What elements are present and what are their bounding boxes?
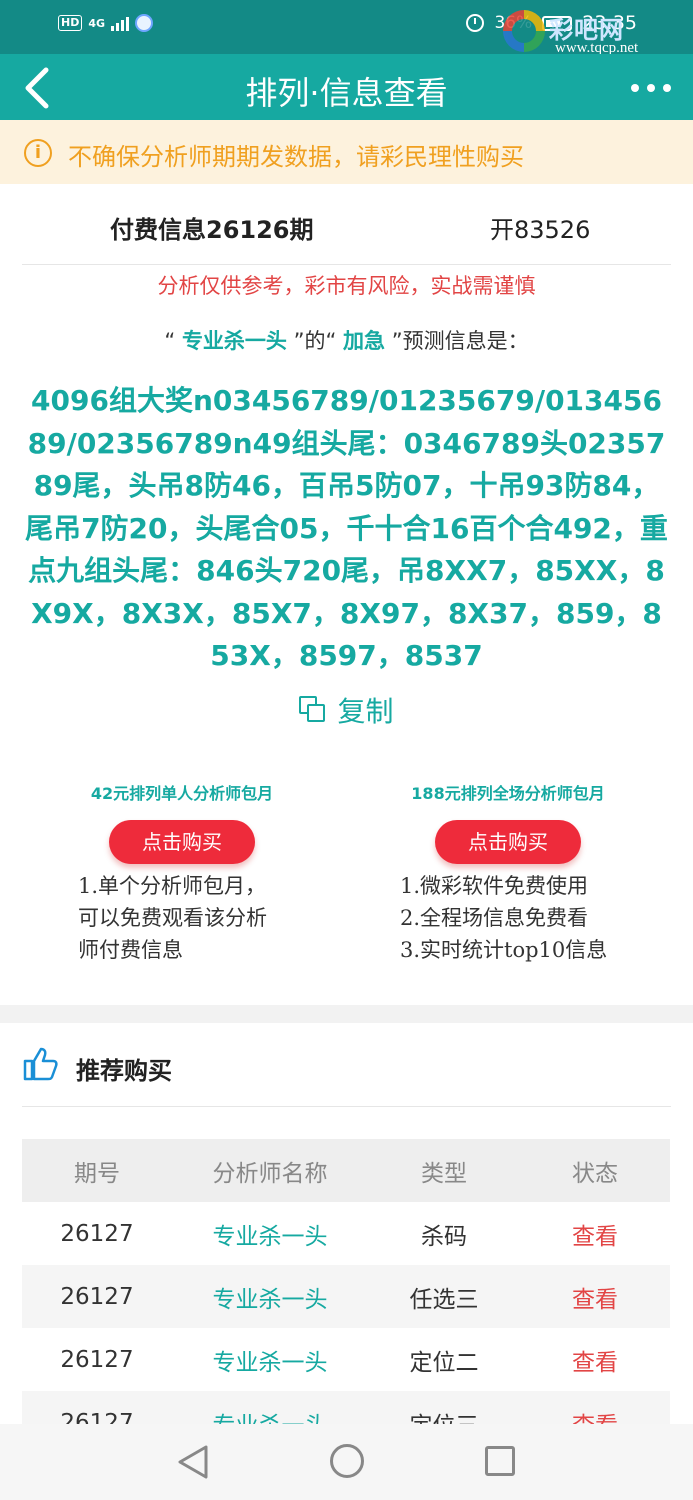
desc-line: 3.实时统计top10信息 bbox=[400, 938, 608, 962]
package-single: 42元排列单人分析师包月 点击购买 bbox=[42, 780, 322, 864]
desc-line: 1.单个分析师包月， bbox=[78, 874, 267, 898]
predict-prefix: “ bbox=[164, 329, 182, 353]
table-row: 26127 专业杀一头 定位二 查看 bbox=[22, 1328, 670, 1391]
watermark: 彩吧网 www.tqcp.net bbox=[503, 10, 683, 56]
system-recents-icon[interactable] bbox=[485, 1446, 515, 1476]
predict-intro: “ 专业杀一头 ”的“ 加急 ”预测信息是： bbox=[0, 325, 693, 355]
copy-label: 复制 bbox=[337, 695, 394, 728]
section-title: 推荐购买 bbox=[76, 1057, 172, 1085]
predict-type: 加急 bbox=[343, 329, 386, 353]
view-link[interactable]: 查看 bbox=[520, 1217, 670, 1251]
analyst-cell[interactable]: 专业杀一头 bbox=[172, 1217, 368, 1251]
package-title: 42元排列单人分析师包月 bbox=[90, 784, 274, 803]
predict-suffix: ”预测信息是： bbox=[385, 329, 529, 353]
package-title: 188元排列全场分析师包月 bbox=[411, 784, 605, 803]
table-row: 26127 专业杀一头 任选三 查看 bbox=[22, 1265, 670, 1328]
recommend-table: 期号 分析师名称 类型 状态 26127 专业杀一头 杀码 查看 26127 专… bbox=[22, 1139, 670, 1454]
info-icon: i bbox=[24, 139, 52, 167]
thumbs-up-icon bbox=[23, 1047, 58, 1081]
alarm-icon bbox=[466, 14, 485, 32]
type-cell: 杀码 bbox=[421, 1223, 467, 1250]
predict-mid: ”的“ bbox=[286, 329, 344, 353]
issue-cell: 26127 bbox=[60, 1346, 134, 1373]
hd-badge: HD bbox=[58, 15, 83, 31]
issue-cell: 26127 bbox=[60, 1283, 134, 1310]
desc-line: 师付费信息 bbox=[78, 938, 183, 962]
view-link[interactable]: 查看 bbox=[520, 1343, 670, 1377]
desc-line: 可以免费观看该分析 bbox=[78, 906, 267, 930]
issue-cell: 26127 bbox=[60, 1220, 134, 1247]
draw-result: 开83526 bbox=[490, 216, 591, 244]
type-cell: 定位二 bbox=[409, 1349, 479, 1376]
table-row: 26127 专业杀一头 杀码 查看 bbox=[22, 1202, 670, 1265]
buy-button[interactable]: 点击购买 bbox=[435, 820, 581, 864]
notice-text: 不确保分析师期期发数据，请彩民理性购买 bbox=[68, 143, 524, 171]
page-title: 排列·信息查看 bbox=[245, 74, 448, 112]
package-single-desc: 1.单个分析师包月， 可以免费观看该分析 师付费信息 bbox=[78, 870, 267, 966]
issue-title: 付费信息26126期 bbox=[110, 216, 314, 244]
section-gap bbox=[0, 1005, 693, 1023]
analyst-cell[interactable]: 专业杀一头 bbox=[172, 1280, 368, 1314]
view-link[interactable]: 查看 bbox=[520, 1280, 670, 1314]
analyst-cell[interactable]: 专业杀一头 bbox=[172, 1343, 368, 1377]
header-cell: 期号 bbox=[74, 1160, 120, 1187]
system-back-icon[interactable] bbox=[176, 1444, 210, 1480]
analyst-name[interactable]: 专业杀一头 bbox=[182, 329, 287, 353]
package-all-desc: 1.微彩软件免费使用 2.全程场信息免费看 3.实时统计top10信息 bbox=[400, 870, 607, 966]
notification-app-icon bbox=[135, 14, 154, 32]
watermark-logo-icon bbox=[503, 10, 545, 52]
table-header: 期号 分析师名称 类型 状态 bbox=[22, 1139, 670, 1202]
divider bbox=[22, 264, 671, 265]
status-left: HD 4G bbox=[58, 14, 154, 32]
prediction-content: 4096组大奖n03456789/01235679/01345689/02356… bbox=[25, 384, 668, 672]
buy-button[interactable]: 点击购买 bbox=[109, 820, 255, 864]
header-cell: 状态 bbox=[572, 1160, 618, 1187]
info-header: 付费信息26126期 开83526 bbox=[0, 184, 693, 264]
network-label: 4G bbox=[88, 16, 106, 30]
recommend-header: 推荐购买 bbox=[0, 1023, 693, 1107]
more-icon[interactable] bbox=[631, 84, 671, 92]
risk-warning: 分析仅供参考，彩市有风险，实战需谨慎 bbox=[157, 274, 536, 298]
desc-line: 2.全程场信息免费看 bbox=[400, 906, 589, 930]
nav-bar: 排列·信息查看 bbox=[0, 54, 693, 120]
system-home-icon[interactable] bbox=[330, 1444, 364, 1478]
system-nav-bar bbox=[0, 1424, 693, 1500]
divider bbox=[22, 1106, 671, 1107]
copy-icon bbox=[299, 696, 327, 724]
copy-button[interactable]: 复制 bbox=[0, 690, 693, 730]
header-cell: 分析师名称 bbox=[212, 1160, 328, 1187]
notice-banner: i 不确保分析师期期发数据，请彩民理性购买 bbox=[0, 120, 693, 184]
signal-icon bbox=[111, 15, 130, 31]
desc-line: 1.微彩软件免费使用 bbox=[400, 874, 589, 898]
header-cell: 类型 bbox=[421, 1160, 467, 1187]
status-bar: HD 4G 36% 23:35 彩吧网 www.tqcp.net bbox=[0, 0, 693, 56]
type-cell: 任选三 bbox=[409, 1286, 479, 1313]
package-all: 188元排列全场分析师包月 点击购买 bbox=[368, 780, 648, 864]
